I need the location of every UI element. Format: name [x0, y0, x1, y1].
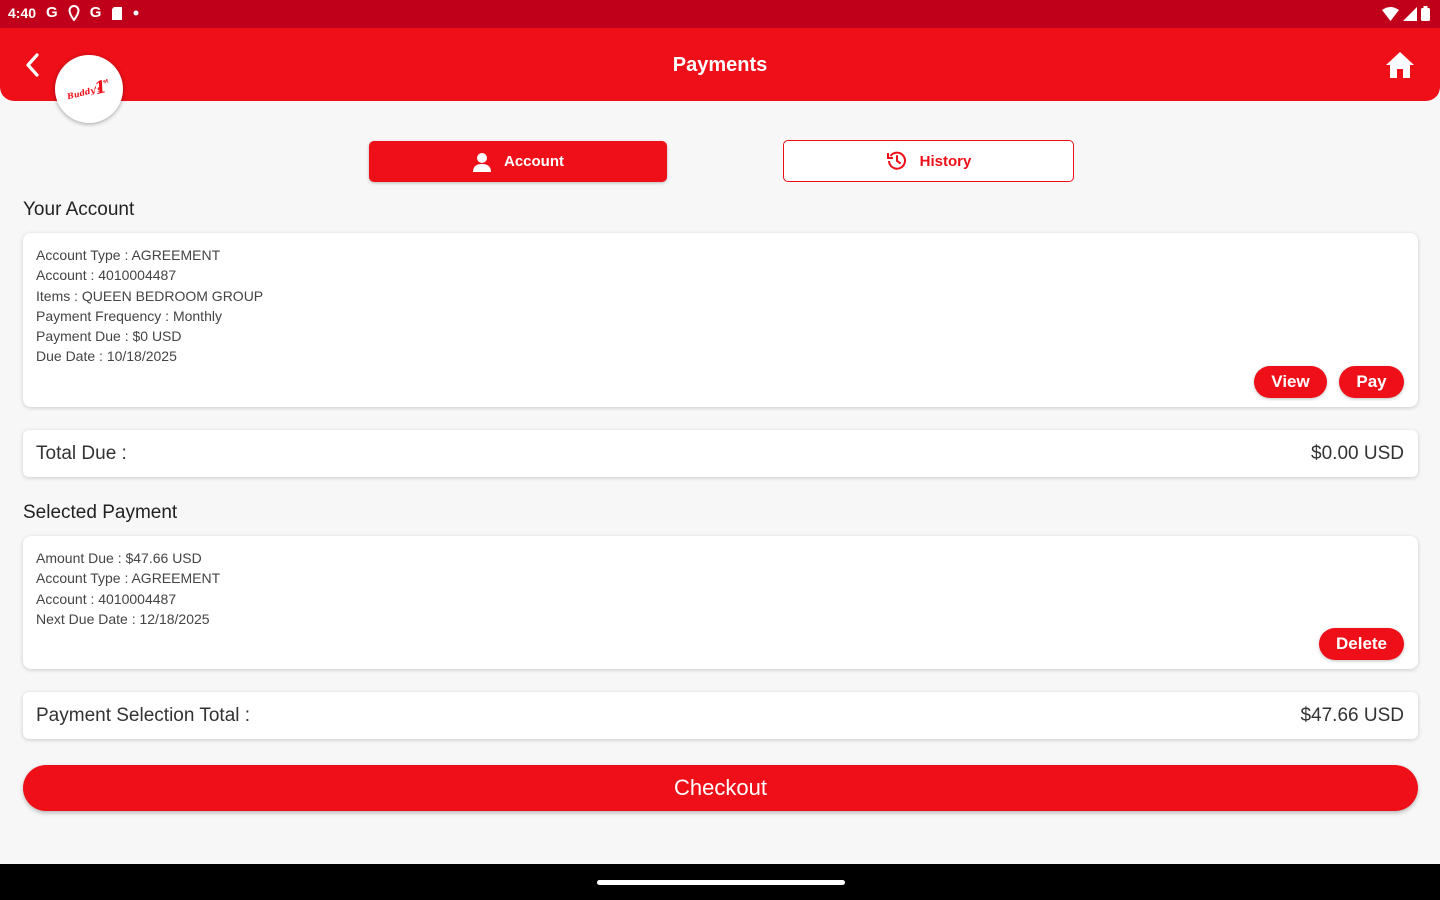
selection-total-label: Payment Selection Total : [36, 705, 251, 726]
detail-line: Next Due Date : 12/18/2025 [36, 610, 210, 627]
total-due-value: $0.00 USD [1311, 443, 1404, 464]
home-icon [1386, 52, 1414, 78]
tab-history[interactable]: History [783, 140, 1074, 182]
dot-icon [133, 10, 139, 16]
tab-account-label: Account [504, 153, 564, 170]
detail-line: Account Type : AGREEMENT [36, 247, 221, 263]
selection-total-row: Payment Selection Total : $47.66 USD [23, 692, 1418, 739]
location-pin-icon [68, 5, 80, 21]
view-button[interactable]: View [1254, 366, 1327, 398]
navigation-bar [0, 864, 1440, 900]
wifi-icon [1382, 6, 1399, 21]
tab-account[interactable]: Account [369, 141, 667, 182]
home-button[interactable] [1384, 50, 1416, 80]
selection-total-value: $47.66 USD [1300, 705, 1404, 726]
detail-line: Due Date : 10/18/2025 [36, 348, 177, 365]
selected-payment-details: Amount Due : $47.66 USD Account Type : A… [36, 548, 220, 629]
checkout-button[interactable]: Checkout [23, 765, 1418, 811]
person-icon [473, 152, 491, 172]
sd-card-icon [112, 6, 123, 20]
selected-payment-card: Amount Due : $47.66 USD Account Type : A… [23, 536, 1418, 669]
status-right [1382, 6, 1430, 21]
account-details: Account Type : AGREEMENT Account : 40100… [36, 245, 263, 367]
status-left: 4:40 G G [8, 5, 139, 21]
home-gesture-handle[interactable] [597, 880, 845, 885]
logo-mark: Buddy's 1 st [65, 77, 110, 102]
app-bar: Payments [0, 28, 1440, 101]
detail-line: Account Type : AGREEMENT [36, 570, 221, 587]
detail-line: Account : 4010004487 [36, 590, 177, 607]
tab-history-label: History [919, 152, 972, 170]
page-title: Payments [672, 54, 768, 76]
your-account-heading: Your Account [23, 199, 135, 220]
status-time: 4:40 [8, 5, 37, 21]
battery-icon [1421, 6, 1430, 21]
selected-payment-heading: Selected Payment [23, 502, 178, 523]
detail-line: Amount Due : $47.66 USD [36, 550, 202, 566]
status-bar: 4:40 G G [0, 0, 1440, 28]
pay-button[interactable]: Pay [1339, 366, 1404, 398]
google-g-icon: G [46, 4, 58, 21]
detail-line: Payment Frequency : Monthly [36, 307, 222, 324]
svg-text:st: st [103, 78, 110, 85]
history-icon [886, 151, 906, 170]
account-card: Account Type : AGREEMENT Account : 40100… [23, 233, 1418, 407]
detail-line: Account : 4010004487 [36, 267, 177, 284]
total-due-row: Total Due : $0.00 USD [23, 430, 1418, 477]
signal-icon [1403, 6, 1417, 21]
brand-logo: Buddy's 1 st [55, 55, 123, 123]
google-g-icon: G [89, 4, 102, 21]
detail-line: Payment Due : $0 USD [36, 328, 182, 345]
detail-line: Items : QUEEN BEDROOM GROUP [36, 287, 264, 304]
delete-button[interactable]: Delete [1319, 628, 1404, 660]
total-due-label: Total Due : [36, 443, 127, 464]
